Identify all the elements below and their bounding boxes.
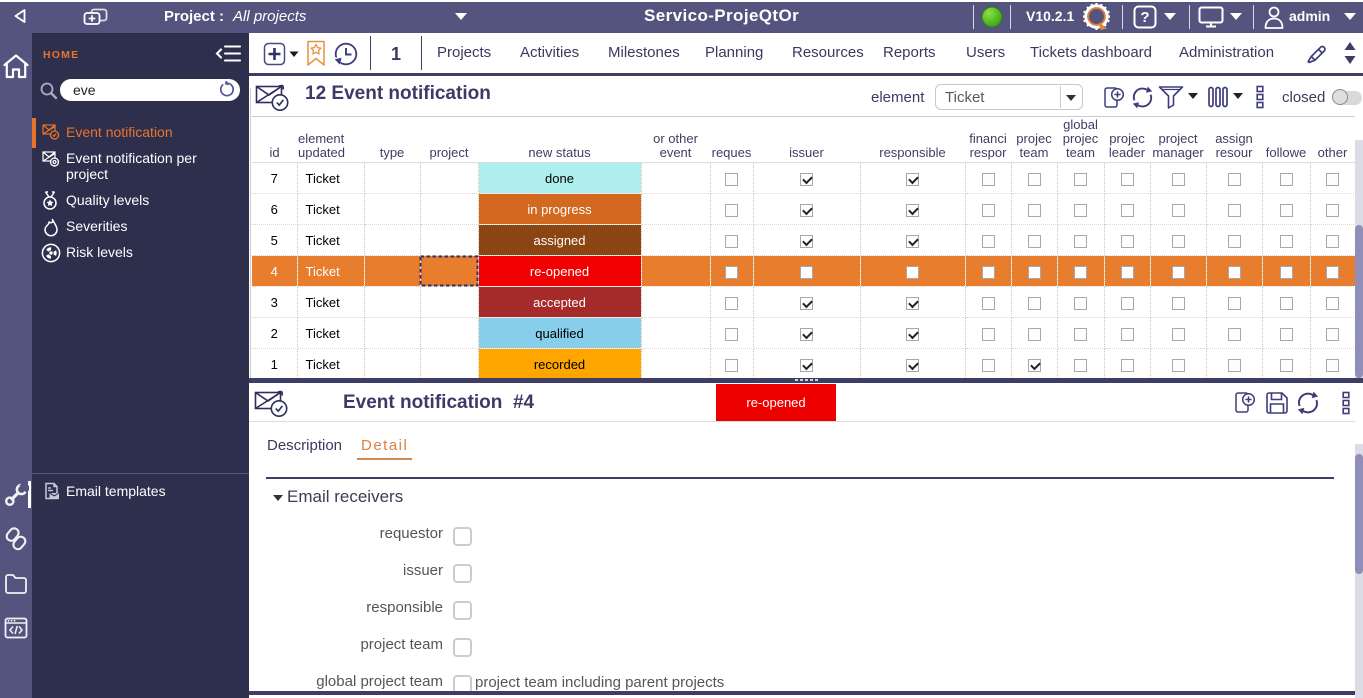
svg-text:?: ? — [1140, 9, 1149, 26]
